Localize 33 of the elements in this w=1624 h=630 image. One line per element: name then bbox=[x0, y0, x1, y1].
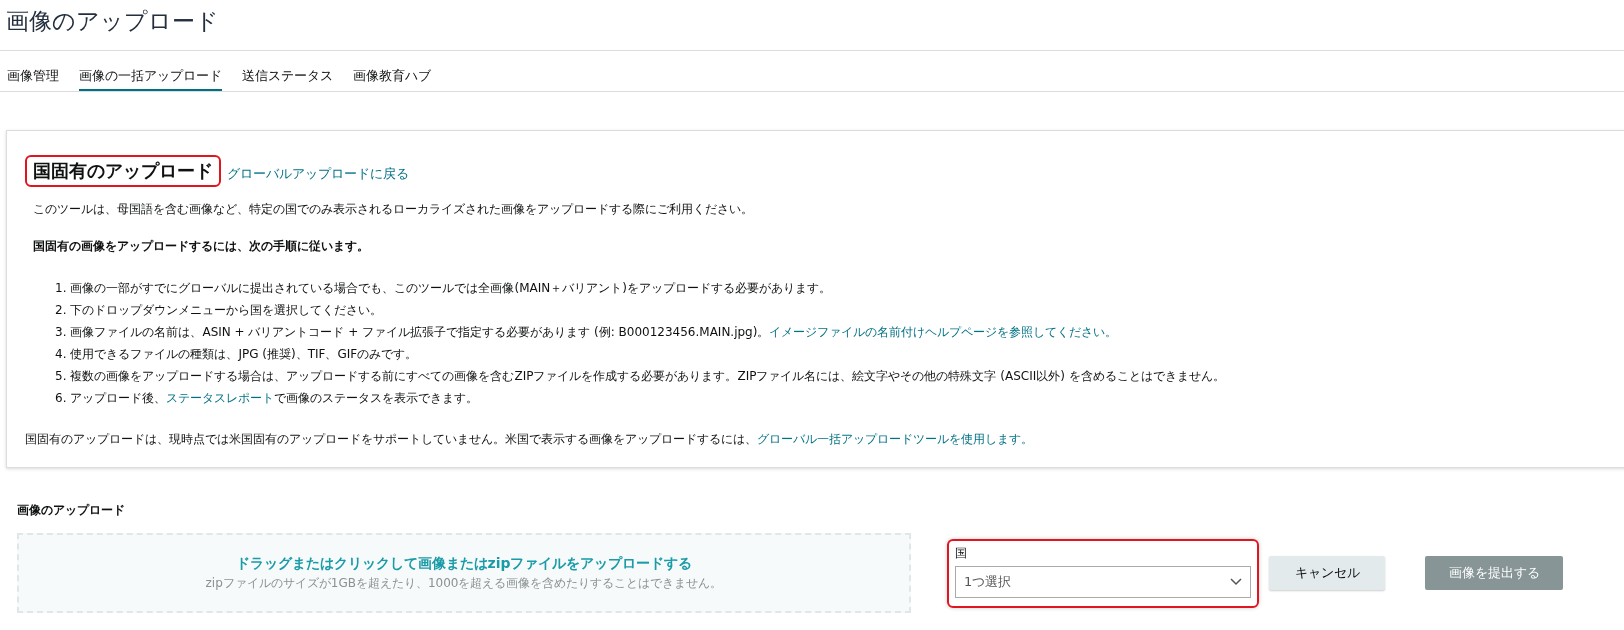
drop-zone-title: ドラッグまたはクリックして画像またはzipファイルをアップロードする bbox=[235, 554, 693, 573]
step-text: 使用できるファイルの種類は、JPG (推奨)、TIF、GIFのみです。 bbox=[70, 345, 418, 363]
drop-zone-hint: zipファイルのサイズが1GBを超えたり、1000を超える画像を含めたりすることはできません。 bbox=[205, 574, 723, 592]
help-link[interactable]: イメージファイルの名前付けヘルプページを参照してください。 bbox=[769, 324, 1118, 339]
section-heading: 国固有のアップロード bbox=[25, 155, 221, 187]
page-title: 画像のアップロード bbox=[5, 7, 220, 36]
step-number: 4. bbox=[55, 345, 67, 363]
step-number: 5. bbox=[55, 367, 67, 385]
step-number: 2. bbox=[55, 301, 67, 319]
step-text: 画像ファイルの名前は、ASIN + バリアントコード + ファイル拡張子で指定する必要があります (例: B000123456.MAIN.jpg)。イメージファイルの名前付けヘルプページを参照してください。 bbox=[70, 323, 1118, 341]
tab[interactable]: 画像の一括アップロード bbox=[79, 51, 222, 91]
step-number: 6. bbox=[55, 389, 67, 407]
help-link[interactable]: ステータスレポート bbox=[166, 390, 275, 405]
help-link[interactable]: グローバル一括アップロードツールを使用します。 bbox=[757, 431, 1033, 446]
back-link[interactable]: グローバルアップロードに戻る bbox=[227, 165, 409, 183]
intro-text: このツールは、母国語を含む画像など、特定の国でのみ表示されるローカライズされた画像をアップロードする際にご利用ください。 bbox=[33, 201, 754, 218]
step-text: 画像の一部がすでにグローバルに提出されている場合でも、このツールでは全画像(MAIN＋バリアント)をアップロードする必要があります。 bbox=[70, 279, 831, 297]
step-number: 1. bbox=[55, 279, 67, 297]
chevron-down-icon bbox=[1230, 577, 1242, 586]
step-number: 3. bbox=[55, 323, 67, 341]
note-text: 国固有のアップロードは、現時点では米国固有のアップロードをサポートしていません。米国で表示する画像をアップロードするには、グローバル一括アップロードツールを使用します。 bbox=[25, 431, 1033, 446]
upload-label: 画像のアップロード bbox=[17, 502, 126, 519]
tab[interactable]: 送信ステータス bbox=[242, 51, 333, 91]
country-dropdown[interactable]: 1つ選択 bbox=[955, 565, 1251, 598]
field-label: 国 bbox=[955, 544, 968, 562]
cancel-button[interactable]: キャンセル bbox=[1269, 556, 1385, 590]
step-text: アップロード後、ステータスレポート で画像のステータスを表示できます。 bbox=[70, 389, 479, 407]
steps-title: 国固有の画像をアップロードするには、次の手順に従います。 bbox=[33, 237, 370, 255]
step-text: 複数の画像をアップロードする場合は、アップロードする前にすべての画像を含むZIPファイルを作成する必要があります。ZIPファイル名には、絵文字やその他の特殊文字 (ASCII以外) を含めることはできません。 bbox=[70, 367, 1225, 385]
tab[interactable]: 画像教育ハブ bbox=[353, 51, 431, 91]
step-text: 下のドロップダウンメニューから国を選択してください。 bbox=[70, 301, 383, 319]
tab[interactable]: 画像管理 bbox=[7, 51, 59, 91]
dropdown-value: 1つ選択 bbox=[964, 572, 1012, 591]
